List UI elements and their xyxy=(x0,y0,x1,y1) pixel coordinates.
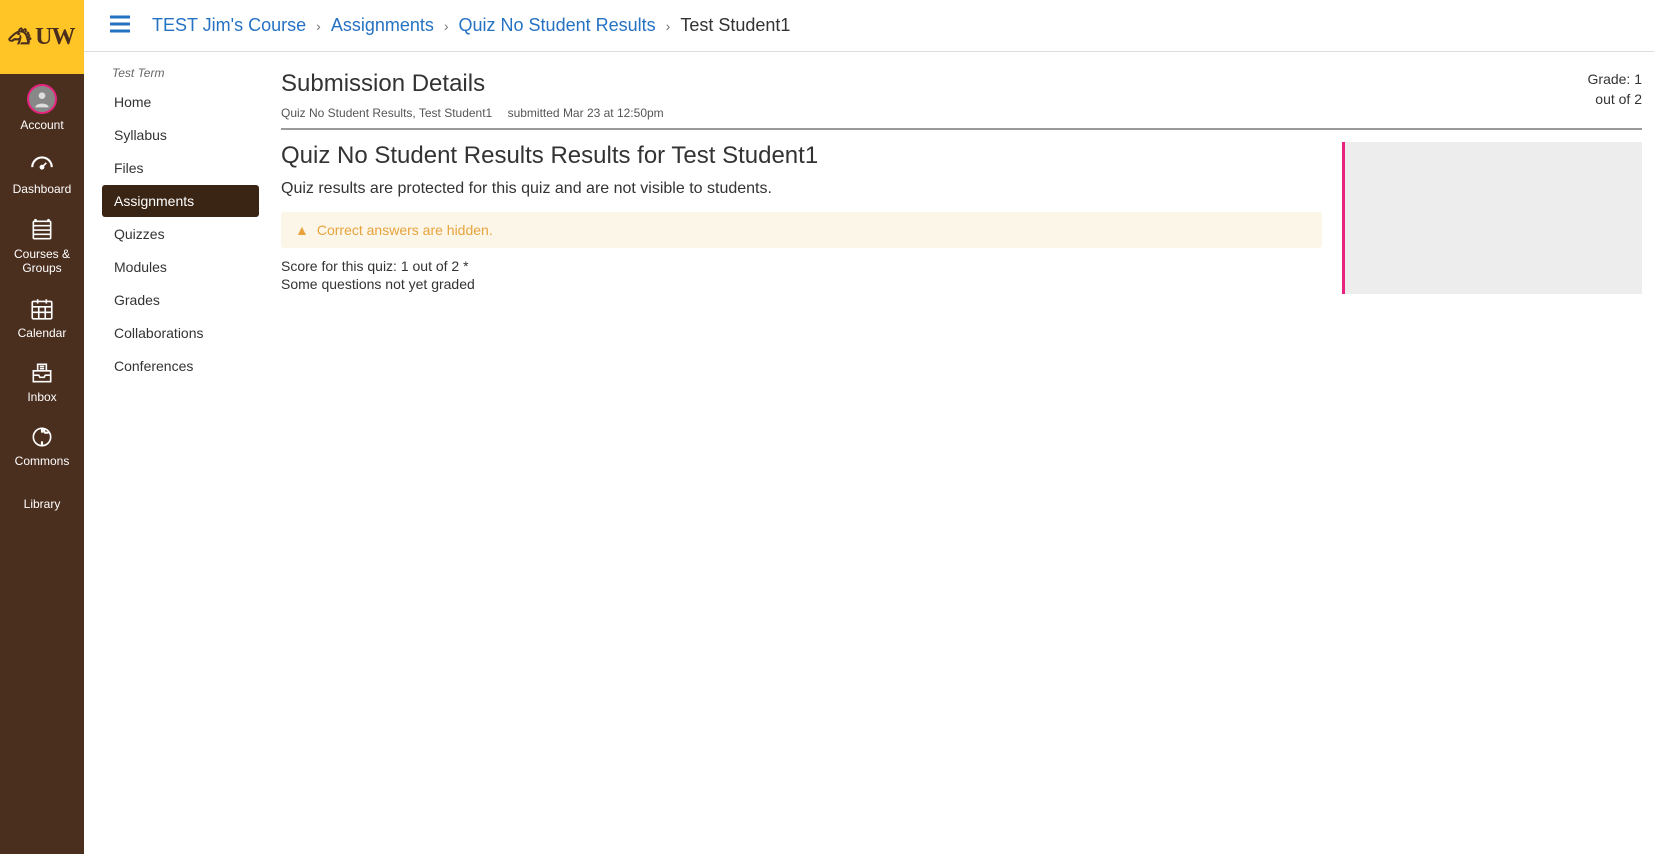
breadcrumb-link[interactable]: Quiz No Student Results xyxy=(459,15,656,36)
page-title: Submission Details xyxy=(281,70,676,98)
course-nav-syllabus[interactable]: Syllabus xyxy=(102,119,259,151)
nav-dashboard[interactable]: Dashboard xyxy=(0,142,84,206)
chevron-right-icon: › xyxy=(444,18,449,34)
course-nav-collaborations[interactable]: Collaborations xyxy=(102,317,259,349)
content-main: Submission Details Quiz No Student Resul… xyxy=(281,70,1642,836)
breadcrumb-current: Test Student1 xyxy=(680,15,790,36)
nav-label: Inbox xyxy=(27,390,56,404)
library-icon xyxy=(29,489,55,493)
courses-icon xyxy=(29,217,55,243)
course-nav-quizzes[interactable]: Quizzes xyxy=(102,218,259,250)
chevron-right-icon: › xyxy=(666,18,671,34)
nav-inbox[interactable]: Inbox xyxy=(0,350,84,414)
grade-value: Grade: 1 xyxy=(1588,70,1642,90)
grade-outof: out of 2 xyxy=(1588,90,1642,110)
breadcrumb-link[interactable]: Assignments xyxy=(331,15,434,36)
results-protected-note: Quiz results are protected for this quiz… xyxy=(281,180,1322,198)
course-nav-files[interactable]: Files xyxy=(102,152,259,184)
submission-name: Quiz No Student Results, Test Student1 xyxy=(281,106,492,120)
logo[interactable]: 𐂃UW xyxy=(0,0,84,74)
submission-time: submitted Mar 23 at 12:50pm xyxy=(508,106,664,120)
course-nav-grades[interactable]: Grades xyxy=(102,284,259,316)
nav-courses[interactable]: Courses & Groups xyxy=(0,207,84,286)
nav-commons[interactable]: Commons xyxy=(0,414,84,478)
breadcrumb-link[interactable]: TEST Jim's Course xyxy=(152,15,306,36)
alert-text: Correct answers are hidden. xyxy=(317,222,493,238)
course-nav-modules[interactable]: Modules xyxy=(102,251,259,283)
course-nav-home[interactable]: Home xyxy=(102,86,259,118)
logo-text: UW xyxy=(35,24,74,50)
nav-label: Account xyxy=(20,118,63,132)
course-nav: Test Term Home Syllabus Files Assignment… xyxy=(84,52,259,854)
hamburger-menu-icon[interactable] xyxy=(108,14,132,37)
grading-note: Some questions not yet graded xyxy=(281,276,1322,292)
commons-icon xyxy=(29,424,55,450)
avatar-icon xyxy=(27,84,57,114)
course-nav-conferences[interactable]: Conferences xyxy=(102,350,259,382)
nav-calendar[interactable]: Calendar xyxy=(0,286,84,350)
nav-label: Library xyxy=(24,497,61,511)
course-nav-assignments[interactable]: Assignments xyxy=(102,185,259,217)
nav-account[interactable]: Account xyxy=(0,74,84,142)
breadcrumb: TEST Jim's Course › Assignments › Quiz N… xyxy=(152,15,790,36)
right-sidebar xyxy=(1342,142,1642,294)
chevron-right-icon: › xyxy=(316,18,321,34)
dashboard-icon xyxy=(29,152,55,178)
inbox-icon xyxy=(29,360,55,386)
warning-icon: ▲ xyxy=(295,222,309,238)
nav-library[interactable]: Library xyxy=(0,479,84,521)
bucking-horse-icon: 𐂃 xyxy=(9,23,33,50)
topbar: TEST Jim's Course › Assignments › Quiz N… xyxy=(84,0,1654,52)
results-title: Quiz No Student Results Results for Test… xyxy=(281,142,1322,170)
term-label: Test Term xyxy=(102,66,259,80)
nav-label: Dashboard xyxy=(13,182,72,196)
nav-label: Courses & Groups xyxy=(4,247,80,276)
global-nav: 𐂃UW Account Dashboard Courses & Groups xyxy=(0,0,84,854)
grade-display: Grade: 1 out of 2 xyxy=(1588,70,1642,109)
calendar-icon xyxy=(29,296,55,322)
score-line: Score for this quiz: 1 out of 2 * xyxy=(281,258,1322,274)
submission-subheader: Quiz No Student Results, Test Student1 s… xyxy=(281,106,676,120)
nav-label: Calendar xyxy=(18,326,67,340)
nav-label: Commons xyxy=(15,454,70,468)
answers-hidden-alert: ▲ Correct answers are hidden. xyxy=(281,212,1322,248)
